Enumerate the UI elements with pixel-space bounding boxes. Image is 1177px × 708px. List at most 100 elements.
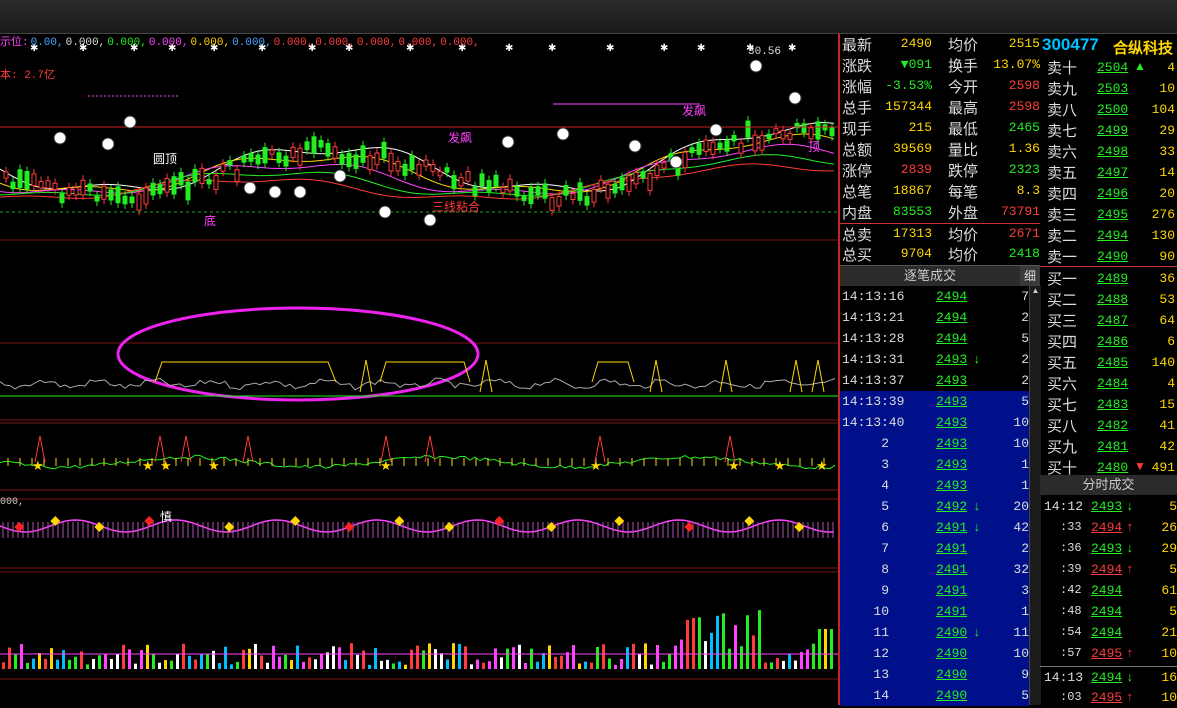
volume-bar xyxy=(236,661,239,669)
minute-trade-arrow-icon: ↑ xyxy=(1126,520,1134,535)
ask-level[interactable]: 卖三 2495 276 xyxy=(1040,204,1177,225)
quote-value: 83553 xyxy=(892,204,932,219)
candle-body xyxy=(304,141,310,151)
minute-trade-row[interactable]: :48 2494 5 xyxy=(1040,601,1177,622)
candle-body xyxy=(703,139,709,152)
bid-level[interactable]: 买七 2483 15 xyxy=(1040,394,1177,415)
candle-body xyxy=(388,152,394,172)
spike-shape xyxy=(649,359,663,393)
minute-trades-title[interactable]: 分时成交 xyxy=(1040,475,1177,495)
bid-level[interactable]: 买一 2489 36 xyxy=(1040,268,1177,289)
tick-row[interactable]: 5 2492 ↓ 20 xyxy=(840,496,1029,517)
tick-row[interactable]: 8 2491 32 xyxy=(840,559,1029,580)
quote-label: 现手 xyxy=(842,121,873,138)
level-price: 2487 xyxy=(1097,313,1129,328)
tick-time: 3 xyxy=(881,457,889,472)
bid-level[interactable]: 买六 2484 4 xyxy=(1040,373,1177,394)
star-icon: ★ xyxy=(142,458,154,473)
smiley-icon xyxy=(268,185,282,199)
bid-level[interactable]: 买九 2481 42 xyxy=(1040,436,1177,457)
bid-level[interactable]: 买八 2482 41 xyxy=(1040,415,1177,436)
star-icon: ★ xyxy=(816,458,828,473)
tick-row[interactable]: 6 2491 ↓ 42 xyxy=(840,517,1029,538)
minute-trade-row[interactable]: :39 2494 ↑ 5 xyxy=(1040,559,1177,580)
tick-row[interactable]: 13 2490 9 xyxy=(840,664,1029,685)
ask-level[interactable]: 卖二 2494 130 xyxy=(1040,225,1177,246)
bid-level[interactable]: 买二 2488 53 xyxy=(1040,289,1177,310)
quote-row: 现手 215 最低 2465 xyxy=(840,118,1040,139)
ask-level[interactable]: 卖一 2490 90 xyxy=(1040,246,1177,267)
volume-bar xyxy=(422,650,425,669)
tick-row[interactable]: 2 2493 10 xyxy=(840,433,1029,454)
ask-level[interactable]: 卖七 2499 29 xyxy=(1040,120,1177,141)
volume-bar xyxy=(110,658,113,669)
kline-chart-area[interactable]: ✱ ✱ ✱ ✱ ✱ ✱ ✱ ✱ ✱ ✱ ✱ ✱ ✱ ✱ ✱ ✱ ✱ ★ ★ ★ ★ ★ ★ ★ ★ ★ xyxy=(0,34,838,705)
minute-trade-row[interactable]: :42 2494 61 xyxy=(1040,580,1177,601)
ask-level[interactable]: 卖六 2498 33 xyxy=(1040,141,1177,162)
tick-row[interactable]: 3 2493 1 xyxy=(840,454,1029,475)
tick-row[interactable]: 9 2491 3 xyxy=(840,580,1029,601)
ask-level[interactable]: 卖十 2504 ▲ 4 xyxy=(1040,57,1177,78)
quote-row: 总额 39569 量比 1.36 xyxy=(840,139,1040,160)
candle-body xyxy=(150,182,156,196)
tick-time: 14:13:40 xyxy=(842,415,905,430)
indicator-value: 0.000, xyxy=(273,37,314,49)
tick-row[interactable]: 10 2491 1 xyxy=(840,601,1029,622)
ask-level[interactable]: 卖四 2496 20 xyxy=(1040,183,1177,204)
volume-bar xyxy=(806,649,809,669)
tick-panel-title[interactable]: 逐笔成交 xyxy=(840,265,1020,286)
tick-row[interactable]: 7 2491 2 xyxy=(840,538,1029,559)
tick-row[interactable]: 14:13:31 2493 ↓ 2 xyxy=(840,349,1029,370)
volume-bar xyxy=(602,644,605,669)
minute-trade-row[interactable]: :54 2494 21 xyxy=(1040,622,1177,643)
candle-body xyxy=(444,167,450,173)
volume-bar xyxy=(716,615,719,669)
scroll-up-icon[interactable]: ▲ xyxy=(1031,286,1040,296)
candle-body xyxy=(640,171,646,179)
tick-list[interactable]: 14:13:16 2494 7 14:13:21 2494 2 14:13:28 2494 5 1… xyxy=(840,286,1029,706)
bid-level[interactable]: 买四 2486 6 xyxy=(1040,331,1177,352)
volume-bar xyxy=(782,660,785,669)
smiley-icon xyxy=(628,139,642,153)
tick-volume: 5 xyxy=(1021,394,1029,409)
level-label: 卖十 xyxy=(1047,60,1078,77)
star-marker: ✱ xyxy=(697,43,705,54)
candle-body xyxy=(633,171,639,185)
star-icon: ★ xyxy=(32,458,44,473)
minute-trade-row[interactable]: :33 2494 ↑ 26 xyxy=(1040,517,1177,538)
candle-body xyxy=(171,176,177,195)
ask-level[interactable]: 卖五 2497 14 xyxy=(1040,162,1177,183)
tick-row[interactable]: 12 2490 10 xyxy=(840,643,1029,664)
tick-row[interactable]: 14:13:39 2493 5 xyxy=(840,391,1029,412)
star-marker: ✱ xyxy=(788,43,796,54)
tick-time: 7 xyxy=(881,541,889,556)
quote-label: 涨幅 xyxy=(842,79,873,96)
annotation-three-lines: 三线粘合 xyxy=(432,200,481,214)
tick-row[interactable]: 14:13:37 2493 2 xyxy=(840,370,1029,391)
tick-row[interactable]: 4 2493 1 xyxy=(840,475,1029,496)
minute-trade-price: 2495 xyxy=(1091,690,1123,705)
minute-trade-row[interactable]: :57 2495 ↑ 10 xyxy=(1040,643,1177,664)
level-volume: 104 xyxy=(1151,102,1175,117)
candle-body xyxy=(213,175,219,190)
ask-level[interactable]: 卖九 2503 10 xyxy=(1040,78,1177,99)
minute-trade-row[interactable]: 14:13 2494 ↓ 16 xyxy=(1040,666,1177,688)
tick-price: 2493 xyxy=(936,415,968,430)
tick-row[interactable]: 14:13:16 2494 7 xyxy=(840,286,1029,307)
quote-label: 总卖 xyxy=(842,227,873,244)
minute-trade-row[interactable]: :36 2493 ↓ 29 xyxy=(1040,538,1177,559)
tick-row[interactable]: 14:13:28 2494 5 xyxy=(840,328,1029,349)
bid-level[interactable]: 买五 2485 140 xyxy=(1040,352,1177,373)
volume-bar xyxy=(338,647,341,669)
volume-bar xyxy=(626,647,629,669)
tick-detail-button[interactable]: 细 xyxy=(1020,265,1040,286)
minute-trade-row[interactable]: 14:12 2493 ↓ 5 xyxy=(1040,496,1177,517)
ask-level[interactable]: 卖八 2500 104 xyxy=(1040,99,1177,120)
tick-row[interactable]: 14 2490 5 xyxy=(840,685,1029,706)
tick-row[interactable]: 11 2490 ↓ 11 xyxy=(840,622,1029,643)
tick-row[interactable]: 14:13:40 2493 10 xyxy=(840,412,1029,433)
bid-level[interactable]: 买三 2487 64 xyxy=(1040,310,1177,331)
volume-bar xyxy=(488,661,491,669)
volume-bar xyxy=(728,648,731,669)
tick-row[interactable]: 14:13:21 2494 2 xyxy=(840,307,1029,328)
